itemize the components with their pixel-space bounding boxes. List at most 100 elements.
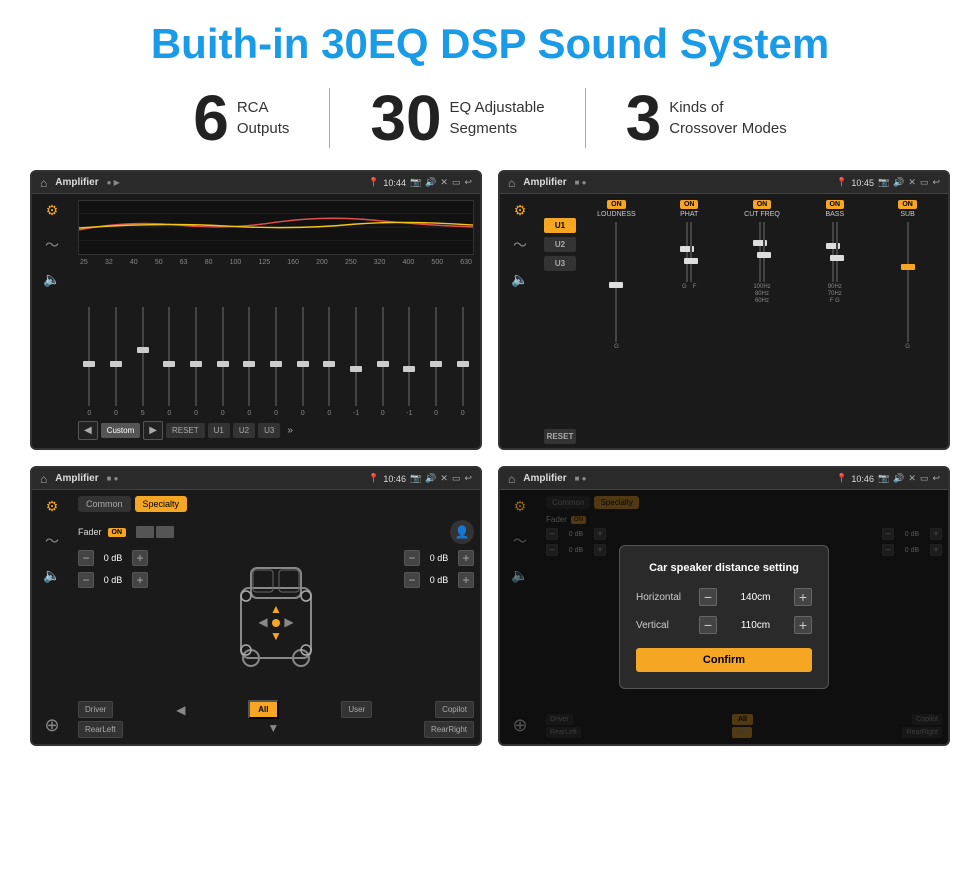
amp-wave-icon[interactable]: 〜 xyxy=(513,235,527,255)
phat-slider-1[interactable] xyxy=(686,222,688,282)
sub-on[interactable]: ON xyxy=(898,200,917,209)
eq-slider-12[interactable]: -1 xyxy=(398,307,421,417)
eq-slider-10[interactable]: -1 xyxy=(345,307,368,417)
home-icon-2[interactable]: ⌂ xyxy=(508,176,515,190)
loudness-slider[interactable] xyxy=(615,222,617,342)
fader-person-icon[interactable]: 👤 xyxy=(450,520,474,544)
tab-specialty[interactable]: Specialty xyxy=(135,496,188,512)
fader-plus-2[interactable]: + xyxy=(132,572,148,588)
amp-speaker-icon[interactable]: 🔈 xyxy=(511,271,528,288)
fader-plus-1[interactable]: + xyxy=(132,550,148,566)
vertical-plus-btn[interactable]: + xyxy=(794,616,812,634)
eq-speaker-icon[interactable]: 🔈 xyxy=(43,271,60,288)
eq-slider-6[interactable]: 0 xyxy=(238,307,261,417)
topbar-dots-2: ■ ● xyxy=(575,178,587,187)
phat-on[interactable]: ON xyxy=(680,200,699,209)
fader-wave-icon[interactable]: 〜 xyxy=(45,531,59,551)
back-icon-4[interactable]: ↩ xyxy=(932,473,940,484)
close-icon-1[interactable]: ✕ xyxy=(440,177,448,188)
eq-reset-btn[interactable]: RESET xyxy=(166,423,205,438)
eq-custom-btn[interactable]: Custom xyxy=(101,423,141,438)
amp-reset-btn[interactable]: RESET xyxy=(544,429,576,444)
eq-slider-0[interactable]: 0 xyxy=(78,307,101,417)
btn-rearright[interactable]: RearRight xyxy=(424,721,474,738)
home-icon-1[interactable]: ⌂ xyxy=(40,176,47,190)
eq-next-btn[interactable]: ▶ xyxy=(143,421,163,440)
home-icon-4[interactable]: ⌂ xyxy=(508,472,515,486)
bass-slider-1[interactable] xyxy=(832,222,834,282)
vertical-minus-btn[interactable]: − xyxy=(699,616,717,634)
fader-minus-3[interactable]: − xyxy=(404,550,420,566)
fader-minus-2[interactable]: − xyxy=(78,572,94,588)
eq-slider-9[interactable]: 0 xyxy=(318,307,341,417)
cutfreq-slider-2[interactable] xyxy=(763,222,765,282)
phat-slider-2[interactable] xyxy=(690,222,692,282)
horizontal-minus-btn[interactable]: − xyxy=(699,588,717,606)
eq-slider-3[interactable]: 0 xyxy=(158,307,181,417)
tab-common[interactable]: Common xyxy=(78,496,131,512)
fader-balance-icon[interactable]: ⊕ xyxy=(44,715,59,736)
minimize-icon-2[interactable]: ▭ xyxy=(920,177,929,188)
eq-wave-icon[interactable]: 〜 xyxy=(45,235,59,255)
eq-slider-13[interactable]: 0 xyxy=(425,307,448,417)
eq-slider-5[interactable]: 0 xyxy=(211,307,234,417)
eq-slider-8[interactable]: 0 xyxy=(291,307,314,417)
fader-plus-3[interactable]: + xyxy=(458,550,474,566)
home-icon-3[interactable]: ⌂ xyxy=(40,472,47,486)
eq-slider-14[interactable]: 0 xyxy=(451,307,474,417)
minimize-icon-3[interactable]: ▭ xyxy=(452,473,461,484)
bass-slider-2[interactable] xyxy=(836,222,838,282)
fader-plus-4[interactable]: + xyxy=(458,572,474,588)
close-icon-2[interactable]: ✕ xyxy=(908,177,916,188)
btn-user[interactable]: User xyxy=(341,701,372,718)
amp-u1-btn[interactable]: U1 xyxy=(544,218,576,233)
cutfreq-on[interactable]: ON xyxy=(753,200,772,209)
fader-speaker-icon[interactable]: 🔈 xyxy=(43,567,60,584)
amp-cutfreq-col: ON CUT FREQ xyxy=(728,200,797,350)
fader-left-arrow[interactable]: ◀ xyxy=(176,703,185,717)
minimize-icon-4[interactable]: ▭ xyxy=(920,473,929,484)
fader-down-arrow[interactable]: ▼ xyxy=(267,721,279,738)
eq-slider-4[interactable]: 0 xyxy=(185,307,208,417)
btn-driver[interactable]: Driver xyxy=(78,701,113,718)
eq-freq-labels: 25 32 40 50 63 80 100 125 160 200 250 32… xyxy=(78,259,474,266)
loudness-on[interactable]: ON xyxy=(607,200,626,209)
fader-minus-1[interactable]: − xyxy=(78,550,94,566)
close-icon-3[interactable]: ✕ xyxy=(440,473,448,484)
amp-u2-btn[interactable]: U2 xyxy=(544,237,576,252)
minimize-icon-1[interactable]: ▭ xyxy=(452,177,461,188)
eq-filter-icon[interactable]: ⚙ xyxy=(46,202,59,219)
btn-rearleft[interactable]: RearLeft xyxy=(78,721,123,738)
sub-slider[interactable] xyxy=(907,222,909,342)
eq-slider-1[interactable]: 0 xyxy=(105,307,128,417)
eq-sidebar: ⚙ 〜 🔈 xyxy=(32,194,72,448)
eq-slider-2[interactable]: 5 xyxy=(131,307,154,417)
close-icon-4[interactable]: ✕ xyxy=(908,473,916,484)
eq-u1-btn[interactable]: U1 xyxy=(208,423,230,438)
eq-content: ⚙ 〜 🔈 xyxy=(32,194,480,448)
eq-slider-7[interactable]: 0 xyxy=(265,307,288,417)
svg-text:▶: ▶ xyxy=(284,615,294,629)
bass-on[interactable]: ON xyxy=(826,200,845,209)
fader-on-badge[interactable]: ON xyxy=(108,528,127,537)
topbar-title-4: Amplifier xyxy=(523,473,566,484)
topbar-left-3: ⌂ Amplifier ■ ● xyxy=(40,472,118,486)
confirm-button[interactable]: Confirm xyxy=(636,648,812,672)
eq-u2-btn[interactable]: U2 xyxy=(233,423,255,438)
fader-minus-4[interactable]: − xyxy=(404,572,420,588)
main-page: Buith-in 30EQ DSP Sound System 6 RCA Out… xyxy=(0,0,980,881)
eq-prev-btn[interactable]: ◀ xyxy=(78,421,98,440)
eq-slider-11[interactable]: 0 xyxy=(371,307,394,417)
btn-all[interactable]: All xyxy=(248,700,278,719)
horizontal-plus-btn[interactable]: + xyxy=(794,588,812,606)
back-icon-3[interactable]: ↩ xyxy=(464,473,472,484)
back-icon-2[interactable]: ↩ xyxy=(932,177,940,188)
amp-filter-icon[interactable]: ⚙ xyxy=(514,202,527,219)
back-icon-1[interactable]: ↩ xyxy=(464,177,472,188)
time-4: 10:46 xyxy=(851,474,874,484)
amp-u3-btn[interactable]: U3 xyxy=(544,256,576,271)
eq-u3-btn[interactable]: U3 xyxy=(258,423,280,438)
fader-db-row-2: − 0 dB + xyxy=(78,572,148,588)
btn-copilot[interactable]: Copilot xyxy=(435,701,474,718)
fader-filter-icon[interactable]: ⚙ xyxy=(46,498,59,515)
